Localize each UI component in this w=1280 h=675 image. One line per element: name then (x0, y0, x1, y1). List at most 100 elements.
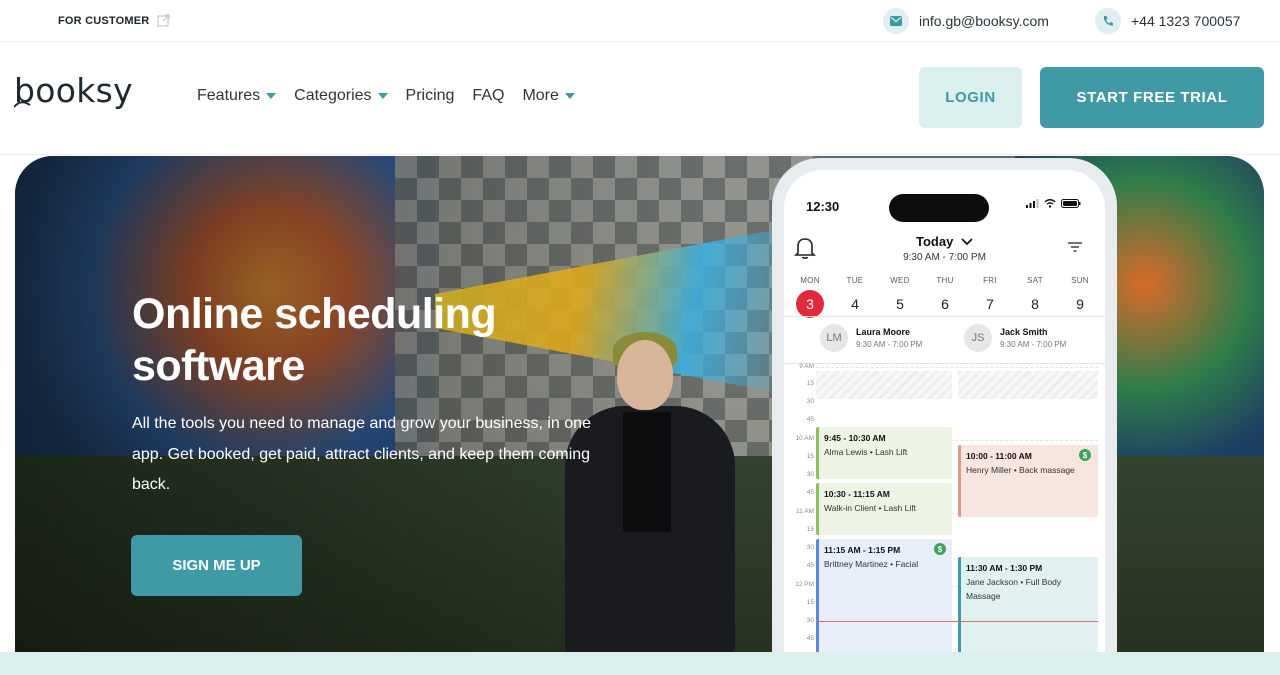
login-button[interactable]: LOGIN (919, 67, 1022, 128)
dynamic-island (889, 194, 989, 222)
filter-icon[interactable] (1068, 242, 1082, 252)
status-icons (1026, 199, 1081, 208)
staff-jack[interactable]: JS Jack Smith 9:30 AM - 7:00 PM (964, 324, 1066, 352)
chevron-down-icon (377, 93, 388, 99)
start-free-trial-button[interactable]: START FREE TRIAL (1040, 67, 1264, 128)
hero-section: Online scheduling software All the tools… (15, 156, 1264, 656)
appointment-card[interactable]: 10:30 - 11:15 AM Walk-in Client • Lash L… (816, 483, 952, 535)
appointment-desc: Walk-in Client • Lash Lift (824, 503, 916, 513)
chevron-down-icon (564, 93, 575, 99)
appointment-time: 10:00 - 11:00 AM (966, 451, 1032, 461)
day-tue[interactable]: TUE 4 (835, 276, 875, 318)
blocked-time (958, 371, 1098, 399)
staff-row: LM Laura Moore 9:30 AM - 7:00 PM JS Jack … (784, 316, 1105, 364)
chevron-down-icon (266, 93, 277, 99)
time-tick: 15 (806, 380, 814, 387)
chevron-down-icon (961, 238, 973, 246)
day-mon[interactable]: MON 3 (790, 276, 830, 318)
calendar-timeline: 9 AM 15 30 45 10 AM 15 30 45 11 AM 15 30… (784, 363, 1105, 656)
phone-screen: 12:30 Today 9:30 AM - 7:00 PM MON 3 TUE 4 … (784, 170, 1105, 656)
appointment-time: 11:15 AM - 1:15 PM (824, 545, 901, 555)
appointment-time: 10:30 - 11:15 AM (824, 489, 890, 499)
appointment-desc: Jane Jackson • Full Body Massage (966, 577, 1062, 601)
blocked-time (816, 371, 952, 399)
paid-icon: $ (1079, 449, 1091, 461)
appointment-desc: Brittney Martinez • Facial (824, 559, 919, 569)
email-text: info.gb@booksy.com (919, 13, 1049, 29)
nav-features[interactable]: Features (197, 87, 277, 105)
time-tick: 30 (806, 617, 814, 624)
staff-laura[interactable]: LM Laura Moore 9:30 AM - 7:00 PM (820, 324, 922, 352)
bottom-band (0, 652, 1280, 675)
phone-text: +44 1323 700057 (1131, 13, 1241, 29)
nav-categories-label: Categories (294, 87, 372, 104)
appointment-time: 11:30 AM - 1:30 PM (966, 563, 1043, 573)
wifi-icon (1044, 199, 1056, 208)
nav-more[interactable]: More (522, 87, 575, 105)
nav-pricing-label: Pricing (405, 87, 455, 104)
time-tick: 30 (806, 471, 814, 478)
logo-swoosh-icon (14, 101, 31, 108)
top-bar: FOR CUSTOMER info.gb@booksy.com +44 1323… (0, 0, 1280, 42)
appointment-card[interactable]: 11:30 AM - 1:30 PM Jane Jackson • Full B… (958, 557, 1098, 656)
staff-name: Laura Moore (856, 327, 911, 337)
phone-mockup: 12:30 Today 9:30 AM - 7:00 PM MON 3 TUE 4 … (772, 158, 1117, 656)
time-tick: 10 AM (795, 435, 814, 442)
nav-pricing[interactable]: Pricing (406, 87, 455, 105)
week-days: MON 3 TUE 4 WED 5 THU 6 FRI 7 SAT 8 SUN 9 (790, 276, 1100, 318)
appointment-desc: Alma Lewis • Lash Lift (824, 447, 908, 457)
time-tick: 30 (806, 544, 814, 551)
time-tick: 45 (806, 416, 814, 423)
email-contact[interactable]: info.gb@booksy.com (883, 8, 1049, 34)
day-wed[interactable]: WED 5 (880, 276, 920, 318)
appointment-desc: Henry Miller • Back massage (966, 465, 1075, 475)
today-label: Today (916, 234, 954, 249)
day-sat[interactable]: SAT 8 (1015, 276, 1055, 318)
day-fri[interactable]: FRI 7 (970, 276, 1010, 318)
time-tick: 11 AM (796, 508, 814, 515)
appointment-card[interactable]: 9:45 - 10:30 AM Alma Lewis • Lash Lift (816, 427, 952, 479)
staff-name: Jack Smith (1000, 327, 1048, 337)
nav-faq[interactable]: FAQ (472, 87, 504, 105)
time-tick: 45 (806, 562, 814, 569)
status-time: 12:30 (806, 199, 840, 214)
time-tick: 12 PM (795, 581, 814, 588)
time-tick: 9 AM (799, 363, 814, 370)
time-tick: 45 (806, 489, 814, 496)
for-customer-label: FOR CUSTOMER (58, 14, 150, 27)
appointment-time: 9:45 - 10:30 AM (824, 433, 886, 443)
appointment-card[interactable]: 10:00 - 11:00 AM Henry Miller • Back mas… (958, 445, 1098, 517)
today-selector[interactable]: Today (784, 234, 1105, 249)
paid-icon: $ (934, 543, 946, 555)
day-thu[interactable]: THU 6 (925, 276, 965, 318)
current-time-line (816, 621, 1098, 622)
staff-hours: 9:30 AM - 7:00 PM (1000, 340, 1067, 349)
hero-subtitle: All the tools you need to manage and gro… (132, 415, 591, 493)
phone-icon (1095, 8, 1121, 34)
time-tick: 45 (806, 635, 814, 642)
phone-contact[interactable]: +44 1323 700057 (1095, 8, 1240, 34)
avatar: JS (964, 324, 992, 352)
signal-icon (1026, 199, 1039, 208)
nav-categories[interactable]: Categories (294, 87, 388, 105)
time-tick: 30 (806, 398, 814, 405)
nav-faq-label: FAQ (472, 87, 505, 104)
time-tick: 15 (806, 453, 814, 460)
nav-menu: Features Categories Pricing FAQ More (197, 87, 593, 105)
avatar: LM (820, 324, 848, 352)
time-tick: 15 (806, 599, 814, 606)
time-tick: 15 (806, 526, 814, 533)
sign-me-up-button[interactable]: SIGN ME UP (131, 535, 302, 596)
staff-hours: 9:30 AM - 7:00 PM (856, 340, 923, 349)
mail-icon (883, 8, 909, 34)
today-hours: 9:30 AM - 7:00 PM (903, 252, 986, 263)
day-sun[interactable]: SUN 9 (1060, 276, 1100, 318)
appointment-card[interactable]: 11:15 AM - 1:15 PM Brittney Martinez • F… (816, 539, 952, 656)
main-navbar: booksy Features Categories Pricing FAQ M… (0, 43, 1280, 155)
hero-title: Online scheduling software (132, 290, 497, 390)
battery-icon (1061, 199, 1081, 208)
external-link-icon (157, 14, 171, 27)
for-customer-link[interactable]: FOR CUSTOMER (58, 14, 171, 27)
nav-features-label: Features (197, 87, 261, 104)
nav-more-label: More (522, 87, 559, 104)
